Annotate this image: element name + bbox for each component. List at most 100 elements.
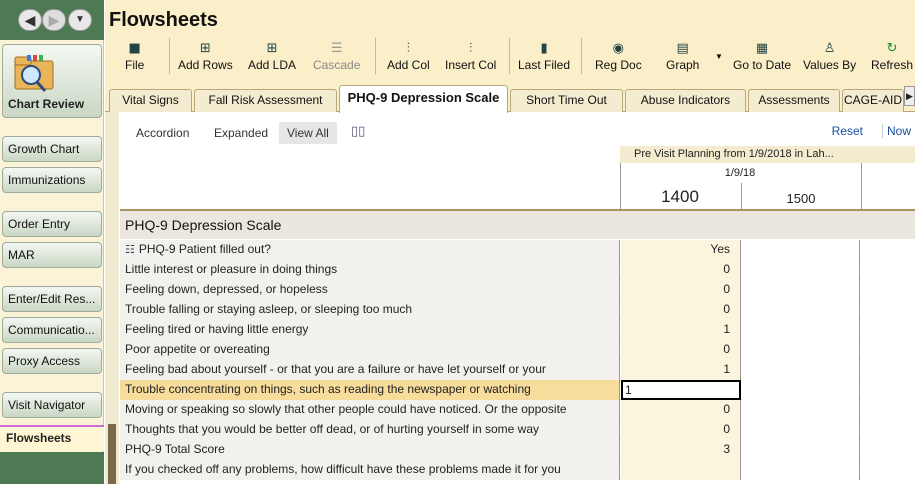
cell-1400[interactable]: 0 [621,340,741,360]
cell-1500[interactable] [742,380,860,400]
column-time-1400[interactable]: 1400 [620,187,740,207]
table-row-selected[interactable]: Trouble concentrating on things, such as… [120,380,915,400]
cell-1400[interactable]: 0 [621,400,741,420]
cell-1500[interactable] [742,420,860,440]
table-row[interactable]: Feeling tired or having little energy 1 [120,320,915,340]
tab-abuse-indicators[interactable]: Abuse Indicators [625,89,746,112]
forward-icon[interactable]: ▶ [42,9,66,31]
sidebar-footer [0,452,104,484]
cell-next[interactable] [861,380,915,400]
column-time-1500[interactable]: 1500 [741,191,861,206]
sidebar-item-proxy-access[interactable]: Proxy Access [2,348,102,374]
values-by-button[interactable]: ♙ Values By [803,40,856,72]
tab-short-time-out[interactable]: Short Time Out [510,89,623,112]
view-all-button[interactable]: View All [279,122,337,144]
cell-1500[interactable] [742,240,860,260]
now-link[interactable]: Now [881,124,911,138]
row-label: Poor appetite or overeating [120,340,620,360]
tab-phq9-depression-scale[interactable]: PHQ-9 Depression Scale [339,85,508,113]
row-label: Feeling down, depressed, or hopeless [120,280,620,300]
accordion-view-button[interactable]: Accordion [128,122,197,144]
cell-next[interactable] [861,360,915,380]
cell-1500[interactable] [742,360,860,380]
sidebar-item-flowsheets[interactable]: Flowsheets [0,425,104,451]
cell-1400[interactable]: 0 [621,260,741,280]
cell-1400[interactable]: 1 [621,320,741,340]
go-to-date-button[interactable]: ▦ Go to Date [733,40,791,72]
table-row[interactable]: Poor appetite or overeating 0 [120,340,915,360]
back-icon[interactable]: ◀ [18,9,42,31]
cell-1400[interactable]: 0 [621,280,741,300]
table-row[interactable]: Little interest or pleasure in doing thi… [120,260,915,280]
reset-link[interactable]: Reset [832,124,863,138]
row-label: Thoughts that you would be better off de… [120,420,620,440]
last-filed-button[interactable]: ▮ Last Filed [518,40,570,72]
chart-review-button[interactable]: Chart Review [2,44,102,118]
sidebar-item-communications[interactable]: Communicatio... [2,317,102,343]
cell-1400-editing[interactable]: 1 [621,380,741,400]
toolbar-separator [375,38,376,74]
cell-next[interactable] [861,400,915,420]
tab-scroll-right-icon[interactable]: ▶ [904,86,915,106]
table-row[interactable]: Feeling down, depressed, or hopeless 0 [120,280,915,300]
add-col-button[interactable]: ⫶ Add Col [387,40,430,72]
cell-next[interactable] [861,240,915,260]
refresh-button[interactable]: ↻ Refresh [871,40,913,72]
cell-next[interactable] [861,420,915,440]
table-row[interactable]: Feeling bad about yourself - or that you… [120,360,915,380]
cell-1500[interactable] [742,400,860,420]
cell-next[interactable] [861,340,915,360]
add-rows-button[interactable]: ⊞ Add Rows [178,40,233,72]
tab-cage-aid[interactable]: CAGE-AID [842,89,904,112]
book-icon[interactable]: ▯▯ [351,124,365,139]
encounter-column-header: Pre Visit Planning from 1/9/2018 in Lah.… [620,146,915,163]
cell-next[interactable] [861,280,915,300]
cell-next[interactable] [861,460,915,480]
menu-chevron-icon[interactable]: ▼ [68,9,92,31]
cell-1500[interactable] [742,340,860,360]
table-row[interactable]: PHQ-9 Total Score 3 [120,440,915,460]
tab-vital-signs[interactable]: Vital Signs [109,89,192,112]
reg-doc-button[interactable]: ◉ Reg Doc [595,40,642,72]
cell-1400[interactable]: Yes [621,240,741,260]
cell-1400[interactable] [621,460,741,480]
sidebar-item-mar[interactable]: MAR [2,242,102,268]
file-button[interactable]: ■ File [125,40,144,72]
table-row[interactable]: Trouble falling or staying asleep, or sl… [120,300,915,320]
sidebar-item-order-entry[interactable]: Order Entry [2,211,102,237]
insert-col-button[interactable]: ⫶ Insert Col [445,40,496,72]
splitter-handle[interactable] [108,424,116,484]
cell-1500[interactable] [742,280,860,300]
cell-1500[interactable] [742,460,860,480]
add-lda-button[interactable]: ⊞ Add LDA [248,40,296,72]
cell-1500[interactable] [742,300,860,320]
cell-next[interactable] [861,260,915,280]
sidebar-item-immunizations[interactable]: Immunizations [2,167,102,193]
cell-1500[interactable] [742,440,860,460]
table-row[interactable]: Thoughts that you would be better off de… [120,420,915,440]
cell-1400[interactable]: 0 [621,420,741,440]
tab-fall-risk-assessment[interactable]: Fall Risk Assessment [194,89,337,112]
graph-icon: ▤ [676,41,689,56]
tab-assessments[interactable]: Assessments [748,89,840,112]
graph-button[interactable]: ▤ Graph [666,40,699,72]
cell-1500[interactable] [742,260,860,280]
graph-dropdown-chevron-icon[interactable]: ▼ [715,52,723,61]
cell-next[interactable] [861,440,915,460]
expanded-view-button[interactable]: Expanded [206,122,276,144]
cell-1400[interactable]: 0 [621,300,741,320]
cell-next[interactable] [861,320,915,340]
row-label: Moving or speaking so slowly that other … [120,400,620,420]
sidebar-item-growth-chart[interactable]: Growth Chart [2,136,102,162]
cascade-button[interactable]: ☰ Cascade [313,40,360,72]
sidebar-item-visit-navigator[interactable]: Visit Navigator [2,392,102,418]
cell-next[interactable] [861,300,915,320]
row-label: Little interest or pleasure in doing thi… [120,260,620,280]
table-row[interactable]: ☷ PHQ-9 Patient filled out? Yes [120,240,915,260]
cell-1500[interactable] [742,320,860,340]
table-row[interactable]: Moving or speaking so slowly that other … [120,400,915,420]
cell-1400[interactable]: 3 [621,440,741,460]
sidebar-item-enter-edit-results[interactable]: Enter/Edit Res... [2,286,102,312]
cell-1400[interactable]: 1 [621,360,741,380]
table-row[interactable]: If you checked off any problems, how dif… [120,460,915,480]
